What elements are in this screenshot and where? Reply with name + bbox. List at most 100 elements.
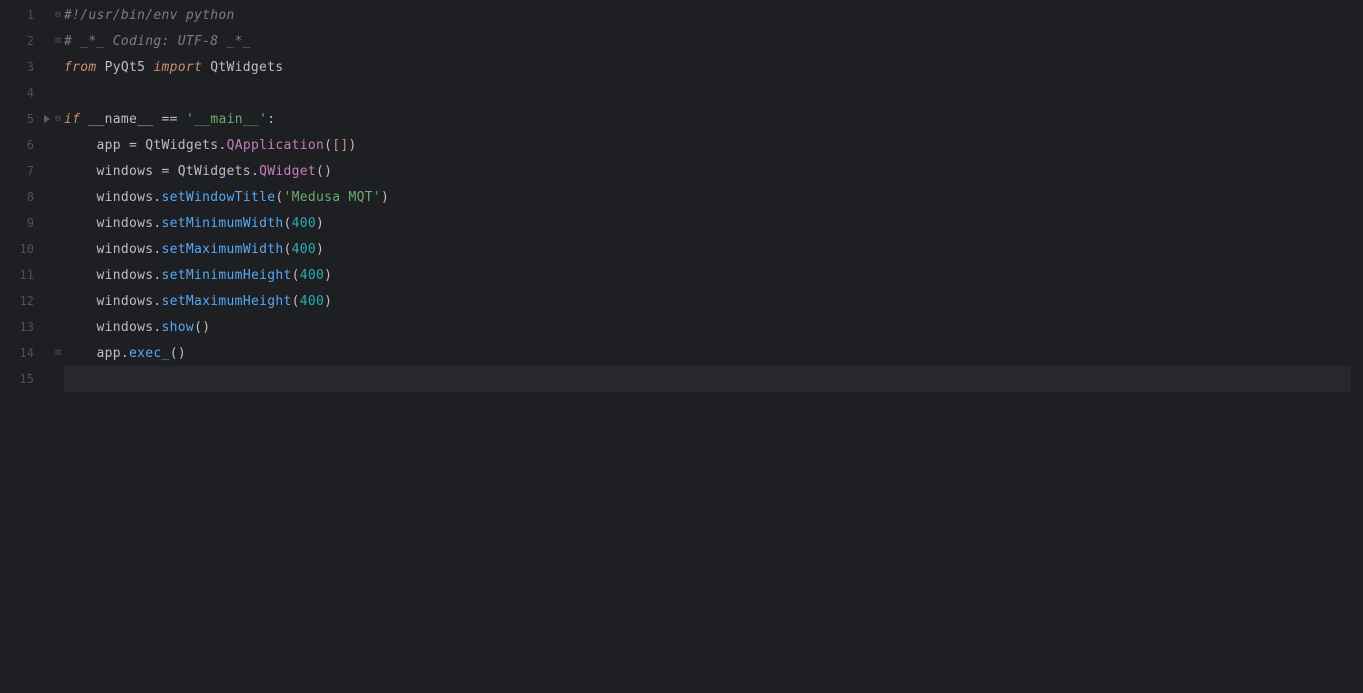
paren: ( xyxy=(194,320,202,335)
variable: app xyxy=(97,138,130,153)
line-number: 11 xyxy=(0,262,52,288)
fold-cell xyxy=(52,262,64,288)
fold-cell xyxy=(52,132,64,158)
bracket: [ xyxy=(332,138,340,153)
dot: . xyxy=(153,242,161,257)
code-line[interactable]: windows.setMinimumWidth(400) xyxy=(64,210,1351,236)
paren: ( xyxy=(316,164,324,179)
paren: ) xyxy=(316,242,324,257)
variable: windows xyxy=(97,164,162,179)
paren: ( xyxy=(324,138,332,153)
code-line[interactable]: windows.setMaximumWidth(400) xyxy=(64,236,1351,262)
module: PyQt5 xyxy=(97,60,154,75)
line-number: 8 xyxy=(0,184,52,210)
dot: . xyxy=(153,294,161,309)
variable: windows xyxy=(97,242,154,257)
paren: ) xyxy=(324,164,332,179)
keyword: if xyxy=(64,112,80,127)
fold-cell xyxy=(52,314,64,340)
code-line[interactable]: app.exec_() xyxy=(64,340,1351,366)
class-name: QtWidgets xyxy=(145,138,218,153)
indent xyxy=(64,164,97,179)
code-line[interactable]: windows.setMinimumHeight(400) xyxy=(64,262,1351,288)
number: 400 xyxy=(292,242,316,257)
paren: ) xyxy=(202,320,210,335)
fold-gutter xyxy=(52,0,64,693)
fold-cell xyxy=(52,366,64,392)
code-line[interactable]: from PyQt5 import QtWidgets xyxy=(64,54,1351,80)
code-line[interactable] xyxy=(64,80,1351,106)
code-line-current[interactable] xyxy=(64,366,1351,392)
code-line[interactable]: #!/usr/bin/env python xyxy=(64,2,1351,28)
indent xyxy=(64,216,97,231)
dot: . xyxy=(153,216,161,231)
line-number: 6 xyxy=(0,132,52,158)
variable: windows xyxy=(97,190,154,205)
paren: ( xyxy=(283,242,291,257)
operator: = xyxy=(129,138,145,153)
fold-cell xyxy=(52,80,64,106)
line-number: 14 xyxy=(0,340,52,366)
dot: . xyxy=(153,190,161,205)
method-name: setMinimumHeight xyxy=(162,268,292,283)
dot: . xyxy=(153,320,161,335)
class-name: QtWidgets xyxy=(178,164,251,179)
code-line[interactable]: windows.setWindowTitle('Medusa MQT') xyxy=(64,184,1351,210)
variable: windows xyxy=(97,268,154,283)
indent xyxy=(64,294,97,309)
code-line[interactable]: if __name__ == '__main__': xyxy=(64,106,1351,132)
paren: ( xyxy=(283,216,291,231)
paren: ) xyxy=(381,190,389,205)
line-number: 1 xyxy=(0,2,52,28)
line-number: 3 xyxy=(0,54,52,80)
line-number-gutter: 1 2 3 4 5 6 7 8 9 10 11 12 13 14 15 xyxy=(0,0,52,693)
import-name: QtWidgets xyxy=(202,60,283,75)
operator: == xyxy=(162,112,186,127)
line-number: 15 xyxy=(0,366,52,392)
fold-toggle-icon[interactable] xyxy=(52,106,64,132)
code-area[interactable]: #!/usr/bin/env python # _*_ Coding: UTF-… xyxy=(64,0,1351,693)
number: 400 xyxy=(300,268,324,283)
code-line[interactable]: windows.setMaximumHeight(400) xyxy=(64,288,1351,314)
paren: ( xyxy=(275,190,283,205)
indent xyxy=(64,190,97,205)
paren: ( xyxy=(292,294,300,309)
fold-cell xyxy=(52,54,64,80)
line-number: 10 xyxy=(0,236,52,262)
dot: . xyxy=(153,268,161,283)
fold-toggle-icon[interactable] xyxy=(52,28,64,54)
paren: ( xyxy=(292,268,300,283)
vertical-scrollbar[interactable] xyxy=(1351,0,1363,693)
line-number: 4 xyxy=(0,80,52,106)
fold-cell xyxy=(52,236,64,262)
number: 400 xyxy=(300,294,324,309)
paren: ) xyxy=(349,138,357,153)
paren: ( xyxy=(170,346,178,361)
indent xyxy=(64,138,97,153)
code-line[interactable]: # _*_ Coding: UTF-8 _*_ xyxy=(64,28,1351,54)
indent xyxy=(64,346,97,361)
number: 400 xyxy=(292,216,316,231)
code-editor[interactable]: 1 2 3 4 5 6 7 8 9 10 11 12 13 14 15 #!/u… xyxy=(0,0,1363,693)
dot: . xyxy=(218,138,226,153)
dot: . xyxy=(251,164,259,179)
indent xyxy=(64,268,97,283)
method-name: setMaximumWidth xyxy=(162,242,284,257)
comment-text: # _*_ Coding: UTF-8 _*_ xyxy=(64,34,251,49)
code-line[interactable]: windows = QtWidgets.QWidget() xyxy=(64,158,1351,184)
line-number[interactable]: 5 xyxy=(0,106,52,132)
method-name: show xyxy=(162,320,195,335)
comment-text: #!/usr/bin/env python xyxy=(64,8,235,23)
string: '__main__' xyxy=(186,112,267,127)
code-line[interactable]: windows.show() xyxy=(64,314,1351,340)
paren: ) xyxy=(316,216,324,231)
indent xyxy=(64,320,97,335)
line-number: 13 xyxy=(0,314,52,340)
paren: ) xyxy=(324,268,332,283)
code-line[interactable]: app = QtWidgets.QApplication([]) xyxy=(64,132,1351,158)
fold-cell xyxy=(52,288,64,314)
fold-toggle-icon[interactable] xyxy=(52,340,64,366)
operator: = xyxy=(162,164,178,179)
fold-toggle-icon[interactable] xyxy=(52,2,64,28)
method-name: exec_ xyxy=(129,346,170,361)
